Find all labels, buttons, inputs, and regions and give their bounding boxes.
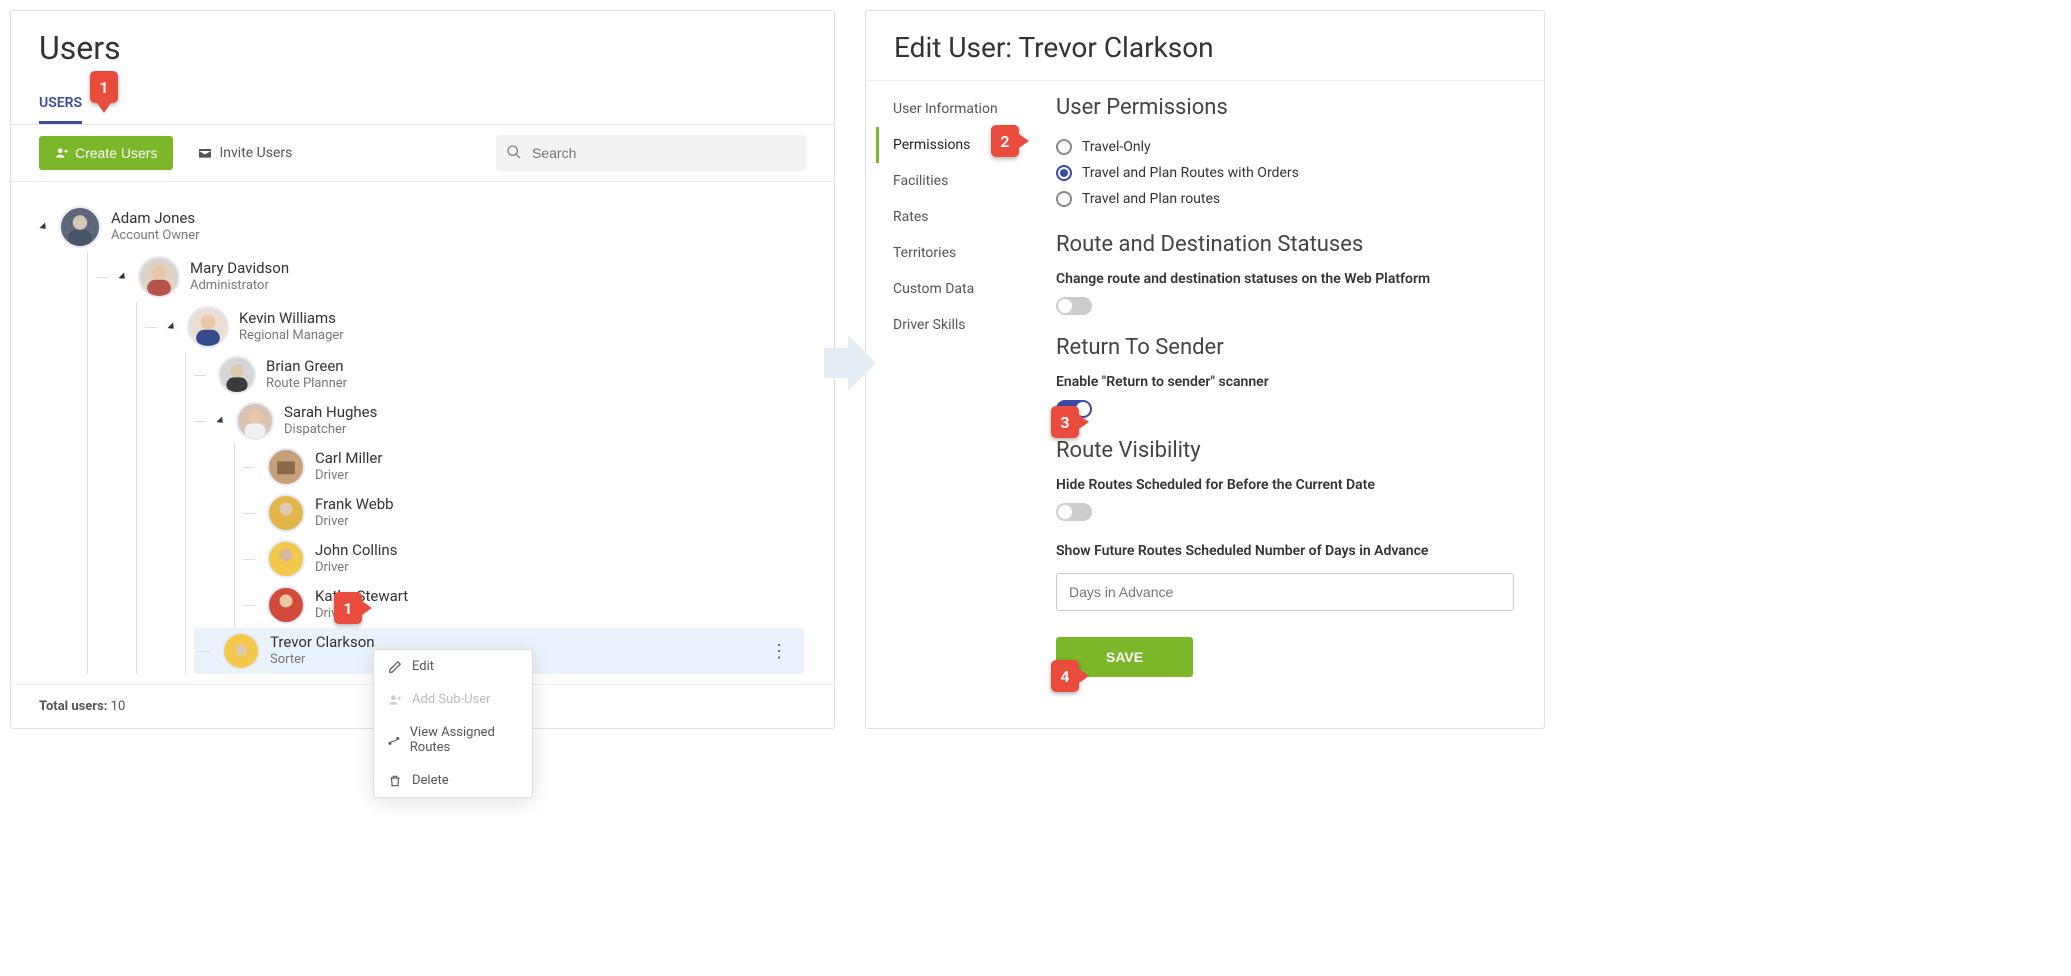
tab-users[interactable]: USERS bbox=[39, 89, 82, 124]
edit-user-title: Edit User: Trevor Clarkson bbox=[866, 11, 1544, 81]
user-role: Account Owner bbox=[111, 228, 200, 245]
user-role: Driver bbox=[315, 468, 382, 485]
user-role: Regional Manager bbox=[239, 328, 344, 345]
label-future-days: Show Future Routes Scheduled Number of D… bbox=[1056, 543, 1514, 559]
user-name: Frank Webb bbox=[315, 495, 394, 515]
user-role: Dispatcher bbox=[284, 422, 377, 439]
tree-user-row[interactable]: Mary Davidson Administrator bbox=[96, 252, 804, 302]
user-role: Driver bbox=[315, 514, 394, 531]
toolbar: Create Users Invite Users bbox=[11, 125, 834, 182]
label-hide-routes: Hide Routes Scheduled for Before the Cur… bbox=[1056, 477, 1514, 493]
section-return-to-sender: Return To Sender bbox=[1056, 335, 1514, 360]
radio-travel-only[interactable]: Travel-Only bbox=[1056, 134, 1514, 160]
user-name: Adam Jones bbox=[111, 209, 200, 229]
avatar bbox=[267, 448, 305, 486]
user-role: Driver bbox=[315, 560, 397, 577]
nav-custom-data[interactable]: Custom Data bbox=[876, 271, 1046, 307]
radio-icon bbox=[1056, 191, 1072, 207]
user-plus-icon bbox=[55, 146, 69, 160]
user-name: Brian Green bbox=[266, 357, 347, 377]
user-role: Administrator bbox=[190, 278, 289, 295]
step-callout-1b: 1 bbox=[334, 592, 372, 624]
user-name: Kevin Williams bbox=[239, 309, 344, 329]
invite-users-button[interactable]: Invite Users bbox=[197, 145, 292, 161]
ctx-delete[interactable]: Delete bbox=[374, 764, 532, 797]
avatar bbox=[267, 494, 305, 532]
trash-icon bbox=[388, 774, 402, 788]
tree-user-row[interactable]: John Collins Driver bbox=[243, 536, 804, 582]
nav-rates[interactable]: Rates bbox=[876, 199, 1046, 235]
avatar bbox=[218, 356, 256, 394]
ctx-edit[interactable]: Edit bbox=[374, 650, 532, 683]
avatar bbox=[138, 256, 180, 298]
tree-user-row[interactable]: Brian Green Route Planner bbox=[194, 352, 804, 398]
tree-user-row[interactable]: Sarah Hughes Dispatcher bbox=[194, 398, 804, 444]
edit-user-panel: Edit User: Trevor Clarkson User Informat… bbox=[865, 10, 1545, 729]
users-panel: Users USERS Create Users Invite Users bbox=[10, 10, 835, 729]
avatar bbox=[267, 586, 305, 624]
avatar bbox=[236, 402, 274, 440]
user-name: Trevor Clarkson bbox=[270, 633, 375, 653]
avatar bbox=[59, 206, 101, 248]
section-user-permissions: User Permissions bbox=[1056, 95, 1514, 120]
permissions-content: User Permissions Travel-Only Travel and … bbox=[1046, 91, 1534, 677]
context-menu: Edit Add Sub-User View Assigned Routes D… bbox=[373, 649, 533, 798]
radio-icon bbox=[1056, 139, 1072, 155]
nav-user-information[interactable]: User Information bbox=[876, 91, 1046, 127]
user-name: Sarah Hughes bbox=[284, 403, 377, 423]
step-callout-1: 1 bbox=[90, 71, 118, 120]
radio-travel-plan-orders[interactable]: Travel and Plan Routes with Orders bbox=[1056, 160, 1514, 186]
tree-user-row[interactable]: Adam Jones Account Owner bbox=[41, 202, 804, 252]
nav-driver-skills[interactable]: Driver Skills bbox=[876, 307, 1046, 343]
row-menu-trigger-icon[interactable]: ⋮ bbox=[764, 641, 794, 662]
routes-icon bbox=[388, 733, 400, 747]
search-input[interactable] bbox=[496, 135, 806, 171]
section-route-statuses: Route and Destination Statuses bbox=[1056, 232, 1514, 257]
avatar bbox=[222, 632, 260, 670]
expand-icon[interactable] bbox=[118, 272, 127, 281]
radio-icon bbox=[1056, 165, 1072, 181]
toggle-hide-routes[interactable] bbox=[1056, 503, 1092, 521]
tree-user-row[interactable]: Frank Webb Driver bbox=[243, 490, 804, 536]
section-route-visibility: Route Visibility bbox=[1056, 438, 1514, 463]
tabs-bar: USERS bbox=[11, 89, 834, 125]
tree-user-row[interactable]: Kevin Williams Regional Manager bbox=[145, 302, 804, 352]
label-change-statuses: Change route and destination statuses on… bbox=[1056, 271, 1514, 287]
pencil-icon bbox=[388, 660, 402, 674]
user-role: Sorter bbox=[270, 652, 375, 669]
avatar bbox=[187, 306, 229, 348]
user-role: Route Planner bbox=[266, 376, 347, 393]
user-plus-icon bbox=[388, 693, 402, 707]
step-callout-2: 2 bbox=[991, 125, 1029, 157]
radio-travel-plan[interactable]: Travel and Plan routes bbox=[1056, 186, 1514, 212]
expand-icon[interactable] bbox=[216, 416, 225, 425]
search-wrap bbox=[496, 135, 806, 171]
tree-user-row[interactable]: Kathy Stewart Driver bbox=[243, 582, 804, 628]
expand-icon[interactable] bbox=[39, 222, 48, 231]
label-return-to-sender: Enable "Return to sender" scanner bbox=[1056, 374, 1514, 390]
nav-territories[interactable]: Territories bbox=[876, 235, 1046, 271]
user-name: Mary Davidson bbox=[190, 259, 289, 279]
page-title: Users bbox=[39, 29, 806, 67]
create-users-button[interactable]: Create Users bbox=[39, 136, 173, 170]
edit-side-nav: User Information Permissions Facilities … bbox=[876, 91, 1046, 677]
user-name: John Collins bbox=[315, 541, 397, 561]
search-icon bbox=[506, 144, 522, 160]
ctx-add-sub-user: Add Sub-User bbox=[374, 683, 532, 716]
step-callout-4: 4 bbox=[1051, 660, 1089, 692]
toggle-change-statuses[interactable] bbox=[1056, 297, 1092, 315]
expand-icon[interactable] bbox=[167, 322, 176, 331]
nav-facilities[interactable]: Facilities bbox=[876, 163, 1046, 199]
step-callout-3: 3 bbox=[1051, 406, 1089, 438]
tree-user-row[interactable]: Carl Miller Driver bbox=[243, 444, 804, 490]
days-in-advance-input[interactable] bbox=[1056, 573, 1514, 611]
avatar bbox=[267, 540, 305, 578]
invite-icon bbox=[197, 145, 213, 161]
ctx-view-routes[interactable]: View Assigned Routes bbox=[374, 716, 532, 764]
user-name: Carl Miller bbox=[315, 449, 382, 469]
user-tree: Adam Jones Account Owner Mary Davidson A… bbox=[11, 182, 834, 684]
